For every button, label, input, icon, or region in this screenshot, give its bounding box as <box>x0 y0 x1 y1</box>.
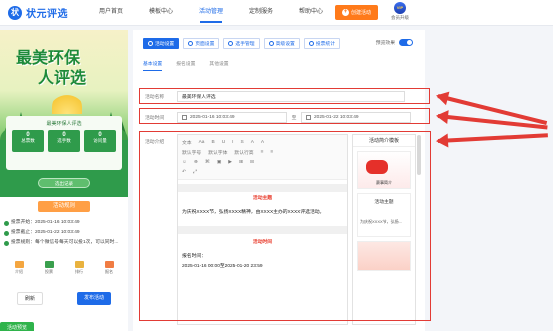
tool-label: 投票统计 <box>315 42 336 47</box>
nav-item-custom-service[interactable]: 定制服务 <box>238 0 284 26</box>
poster-title-line2: 人评选 <box>38 70 87 87</box>
nav-item-templates[interactable]: 模板中心 <box>138 0 184 26</box>
tab-page-settings[interactable]: 页面设置 <box>183 38 220 49</box>
tool-label: 选手管理 <box>235 42 255 47</box>
nav-item-activity-manage[interactable]: 活动管理 <box>188 0 234 26</box>
bottom-tab-intro[interactable]: 介绍 <box>14 261 24 275</box>
bullet-icon <box>4 230 9 236</box>
vip-upgrade-label: 会员升级 <box>391 15 409 20</box>
vip-badge-icon: VIP <box>394 2 406 14</box>
tab-label: 介绍 <box>15 269 23 274</box>
arrow-head-icon <box>435 108 449 125</box>
advanced-icon <box>268 41 274 46</box>
stat-contestants: 0 选手数 <box>48 130 80 152</box>
bottom-tab-bar: 介绍 投票 排行 报名 <box>4 261 124 275</box>
tab-vote-stats[interactable]: 投票统计 <box>303 38 341 49</box>
tab-contestant-manage[interactable]: 选手管理 <box>223 38 260 49</box>
bottom-tab-signup[interactable]: 报名 <box>104 261 114 275</box>
subtab-signup[interactable]: 报名设置 <box>176 60 195 71</box>
mobile-preview: 最美环保 人评选 最美环保人评选 0 总票数 0 选手数 0 访问量 选出记录 … <box>0 30 128 331</box>
sun-graphic <box>52 92 82 114</box>
subtab-basic[interactable]: 基本设置 <box>143 60 163 71</box>
record-button[interactable]: 选出记录 <box>38 178 90 188</box>
rule-item: 投票截止：2025-01-22 10:03:49 <box>4 228 126 238</box>
stats-row: 0 总票数 0 选手数 0 访问量 <box>12 130 116 152</box>
logo[interactable]: 状 状元评选 <box>8 5 78 20</box>
vote-stats-card: 最美环保人评选 0 总票数 0 选手数 0 访问量 <box>6 116 122 170</box>
tool-label: 活动设置 <box>155 42 175 47</box>
publish-button[interactable]: 发布活动 <box>77 292 111 305</box>
stat-label: 选手数 <box>57 138 71 143</box>
subtab-other[interactable]: 其他设置 <box>209 60 228 71</box>
preview-actions: 刷新 发布活动 活动预览 <box>0 292 128 331</box>
chart-icon <box>308 41 314 46</box>
sub-tabs: 基本设置 报名设置 其他设置 <box>143 60 243 71</box>
vote-icon <box>44 261 54 268</box>
users-icon <box>228 41 234 46</box>
toggle-label: 预览效果 <box>375 41 395 46</box>
rank-icon <box>74 261 84 268</box>
tab-label: 报名 <box>105 269 113 274</box>
plus-icon: + <box>341 9 349 16</box>
brand-name: 状元评选 <box>26 9 68 20</box>
nav-item-home[interactable]: 用户首页 <box>88 0 134 26</box>
nav-item-help[interactable]: 帮助中心 <box>288 0 334 26</box>
tab-label: 投票 <box>45 269 53 274</box>
signup-icon <box>104 261 114 268</box>
arrow-head-icon <box>434 88 450 106</box>
stat-total-votes: 0 总票数 <box>12 130 44 152</box>
tab-advanced-settings[interactable]: 高级设置 <box>263 38 300 49</box>
rule-text: 投票截止：2025-01-22 10:03:49 <box>11 230 80 235</box>
toggle-switch[interactable] <box>399 39 413 46</box>
tab-activity-settings[interactable]: 活动设置 <box>143 38 180 49</box>
stat-label: 访问量 <box>93 138 107 143</box>
rules-tab: 活动规则 <box>38 201 90 212</box>
rule-item: 投票开始：2025-01-16 10:03:49 <box>4 218 126 228</box>
refresh-button[interactable]: 刷新 <box>17 292 43 305</box>
create-activity-label: 创建活动 <box>350 10 371 16</box>
vip-upgrade[interactable]: VIP 会员升级 <box>389 2 411 21</box>
main-nav: 用户首页 模板中心 活动管理 定制服务 帮助中心 <box>88 0 338 26</box>
preview-activity-button[interactable]: 活动预览 <box>0 322 34 331</box>
highlight-box-name <box>139 88 430 104</box>
highlight-box-time <box>139 108 430 124</box>
rule-item: 投票规则：每个微信号每天可以投1次，可以同时... <box>4 238 126 248</box>
bullet-icon <box>4 240 9 246</box>
create-activity-button[interactable]: + 创建活动 <box>335 5 378 20</box>
bottom-tab-rank[interactable]: 排行 <box>74 261 84 275</box>
tab-label: 排行 <box>75 269 83 274</box>
tool-label: 高级设置 <box>275 42 295 47</box>
tool-label: 页面设置 <box>195 42 215 47</box>
rules-list: 投票开始：2025-01-16 10:03:49 投票截止：2025-01-22… <box>4 218 126 248</box>
vote-title: 最美环保人评选 <box>46 121 82 127</box>
intro-icon <box>14 261 24 268</box>
preview-effect-toggle[interactable]: 预览效果 <box>376 39 413 46</box>
page-icon <box>188 41 194 46</box>
stat-visits: 0 访问量 <box>84 130 116 152</box>
rule-text: 投票规则：每个微信号每天可以投1次，可以同时... <box>11 240 119 245</box>
top-bar: 状 状元评选 用户首页 模板中心 活动管理 定制服务 帮助中心 + 创建活动 V… <box>0 0 553 26</box>
bullet-icon <box>4 220 9 226</box>
logo-icon: 状 <box>8 5 22 20</box>
rule-text: 投票开始：2025-01-16 10:03:49 <box>11 220 80 225</box>
arrow-head-icon <box>435 133 449 149</box>
bottom-tab-vote[interactable]: 投票 <box>44 261 54 275</box>
highlight-box-intro <box>139 131 431 321</box>
arrow-icon <box>435 133 548 149</box>
stat-label: 总票数 <box>21 138 35 143</box>
settings-toolbar: 活动设置 页面设置 选手管理 高级设置 投票统计 <box>143 38 344 49</box>
settings-icon <box>148 41 153 46</box>
